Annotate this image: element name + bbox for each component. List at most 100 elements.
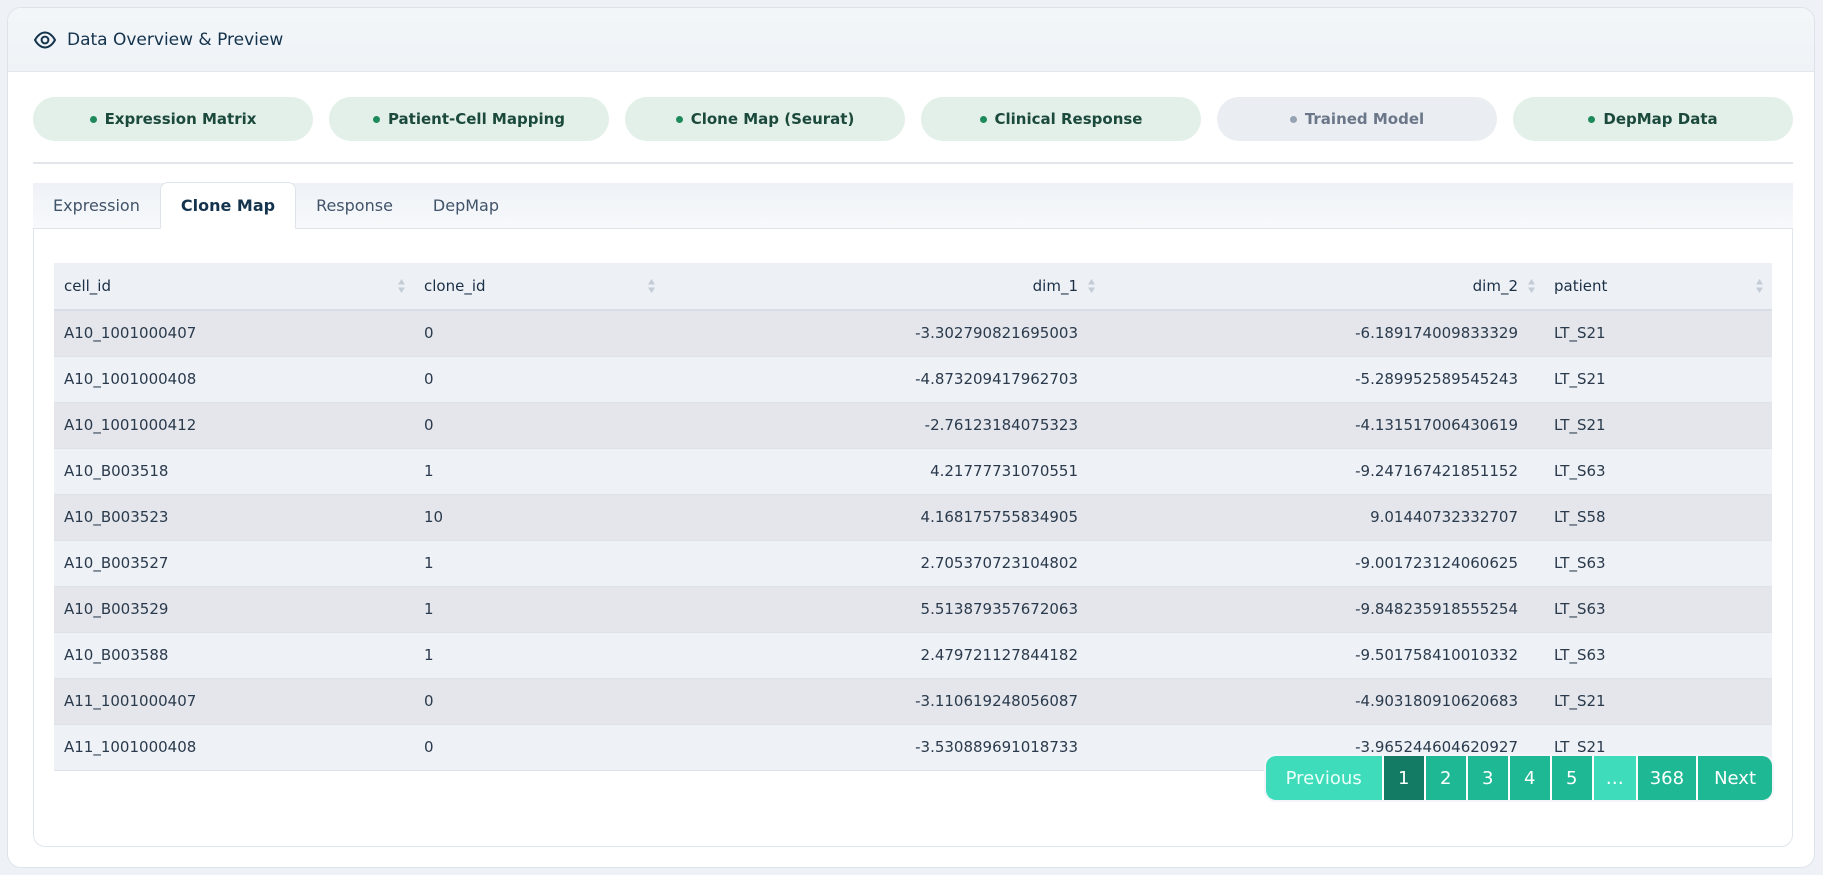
page-ellipsis: …	[1593, 756, 1638, 800]
dim-2-cell: -9.247167421851152	[1104, 448, 1544, 495]
status-pill-trained-model: Trained Model	[1217, 97, 1497, 141]
cell-id-cell: A10_1001000407	[54, 310, 414, 357]
cell-id-cell: A10_B003527	[54, 540, 414, 587]
clone-id-cell: 1	[414, 632, 664, 679]
clone-id-cell: 1	[414, 540, 664, 587]
dim-2-cell: -4.131517006430619	[1104, 402, 1544, 449]
page-button-3[interactable]: 3	[1467, 756, 1510, 800]
next-page-button[interactable]: Next	[1698, 756, 1772, 800]
patient-cell: LT_S21	[1544, 678, 1772, 725]
tab-depmap[interactable]: DepMap	[413, 182, 519, 228]
table-header-row: cell_id clone_id dim_1 dim_2 patient	[54, 263, 1772, 311]
column-header-cell-id[interactable]: cell_id	[54, 263, 414, 311]
eye-icon	[33, 30, 57, 49]
tab-clone-map[interactable]: Clone Map	[159, 182, 297, 229]
section-divider	[33, 162, 1793, 164]
sort-icon	[648, 279, 655, 293]
status-dot-icon	[979, 115, 987, 123]
dim-1-cell: 2.705370723104802	[664, 540, 1104, 587]
column-header-patient[interactable]: patient	[1544, 263, 1772, 311]
dim-1-cell: 5.513879357672063	[664, 586, 1104, 633]
clone-map-table: cell_id clone_id dim_1 dim_2 patient A10…	[54, 263, 1772, 771]
table-row: A10_1001000412 0 -2.76123184075323 -4.13…	[54, 402, 1772, 449]
status-pill-label: Patient-Cell Mapping	[387, 110, 566, 128]
table-row: A10_B003588 1 2.479721127844182 -9.50175…	[54, 632, 1772, 679]
status-dot-icon	[89, 115, 97, 123]
status-pill-label: DepMap Data	[1603, 110, 1718, 128]
data-overview-card: Data Overview & Preview Expression Matri…	[7, 7, 1815, 868]
patient-cell: LT_S63	[1544, 448, 1772, 495]
patient-cell: LT_S63	[1544, 540, 1772, 587]
status-pill-clinical-response: Clinical Response	[921, 97, 1201, 141]
patient-cell: LT_S63	[1544, 632, 1772, 679]
patient-cell: LT_S21	[1544, 310, 1772, 357]
pagination: Previous 1 2 3 4 5 … 368 Next	[1265, 756, 1772, 800]
dim-1-cell: -3.302790821695003	[664, 310, 1104, 357]
patient-cell: LT_S58	[1544, 494, 1772, 541]
column-header-dim-1[interactable]: dim_1	[664, 263, 1104, 311]
page-button-5[interactable]: 5	[1551, 756, 1594, 800]
status-pill-clone-map: Clone Map (Seurat)	[625, 97, 905, 141]
clone-map-panel: cell_id clone_id dim_1 dim_2 patient A10…	[33, 229, 1793, 847]
dim-1-cell: 4.168175755834905	[664, 494, 1104, 541]
cell-id-cell: A10_B003529	[54, 586, 414, 633]
dim-2-cell: -5.289952589545243	[1104, 356, 1544, 403]
dim-1-cell: -3.530889691018733	[664, 724, 1104, 771]
dim-1-cell: 4.21777731070551	[664, 448, 1104, 495]
clone-id-cell: 0	[414, 356, 664, 403]
table-row: A10_B003529 1 5.513879357672063 -9.84823…	[54, 586, 1772, 633]
clone-id-cell: 1	[414, 586, 664, 633]
cell-id-cell: A10_1001000408	[54, 356, 414, 403]
patient-cell: LT_S21	[1544, 356, 1772, 403]
status-pill-patient-cell-mapping: Patient-Cell Mapping	[329, 97, 609, 141]
cell-id-cell: A10_B003518	[54, 448, 414, 495]
tab-response[interactable]: Response	[296, 182, 413, 228]
page-button-1[interactable]: 1	[1383, 756, 1426, 800]
sort-icon	[1088, 279, 1095, 293]
previous-page-button[interactable]: Previous	[1265, 756, 1384, 800]
status-dot-icon	[675, 115, 683, 123]
sort-icon	[1528, 279, 1535, 293]
table-row: A10_B003518 1 4.21777731070551 -9.247167…	[54, 448, 1772, 495]
status-dot-icon	[372, 115, 380, 123]
table-row: A10_1001000408 0 -4.873209417962703 -5.2…	[54, 356, 1772, 403]
table-row: A11_1001000407 0 -3.110619248056087 -4.9…	[54, 678, 1772, 725]
table-row: A10_1001000407 0 -3.302790821695003 -6.1…	[54, 310, 1772, 357]
cell-id-cell: A11_1001000408	[54, 724, 414, 771]
page-button-2[interactable]: 2	[1425, 756, 1468, 800]
table-row: A10_B003523 10 4.168175755834905 9.01440…	[54, 494, 1772, 541]
cell-id-cell: A11_1001000407	[54, 678, 414, 725]
dim-1-cell: -4.873209417962703	[664, 356, 1104, 403]
clone-id-cell: 0	[414, 724, 664, 771]
clone-id-cell: 0	[414, 402, 664, 449]
dim-1-cell: -3.110619248056087	[664, 678, 1104, 725]
dim-2-cell: -9.848235918555254	[1104, 586, 1544, 633]
card-header: Data Overview & Preview	[8, 8, 1814, 72]
sort-icon	[1756, 279, 1763, 293]
status-dot-icon	[1289, 115, 1297, 123]
status-pill-label: Clone Map (Seurat)	[690, 110, 855, 128]
status-pill-label: Expression Matrix	[104, 110, 257, 128]
page-button-4[interactable]: 4	[1509, 756, 1552, 800]
patient-cell: LT_S63	[1544, 586, 1772, 633]
dim-1-cell: 2.479721127844182	[664, 632, 1104, 679]
sort-icon	[398, 279, 405, 293]
dim-2-cell: -9.001723124060625	[1104, 540, 1544, 587]
dim-2-cell: -4.903180910620683	[1104, 678, 1544, 725]
dim-1-cell: -2.76123184075323	[664, 402, 1104, 449]
dim-2-cell: -6.189174009833329	[1104, 310, 1544, 357]
column-header-clone-id[interactable]: clone_id	[414, 263, 664, 311]
data-status-row: Expression Matrix Patient-Cell Mapping C…	[33, 97, 1793, 141]
patient-cell: LT_S21	[1544, 402, 1772, 449]
tab-expression[interactable]: Expression	[33, 182, 160, 228]
dim-2-cell: -9.501758410010332	[1104, 632, 1544, 679]
page-button-368[interactable]: 368	[1637, 756, 1699, 800]
preview-tabs: Expression Clone Map Response DepMap	[33, 182, 1793, 229]
cell-id-cell: A10_B003523	[54, 494, 414, 541]
table-row: A10_B003527 1 2.705370723104802 -9.00172…	[54, 540, 1772, 587]
column-header-dim-2[interactable]: dim_2	[1104, 263, 1544, 311]
page-title: Data Overview & Preview	[67, 29, 284, 50]
status-pill-expression-matrix: Expression Matrix	[33, 97, 313, 141]
cell-id-cell: A10_1001000412	[54, 402, 414, 449]
cell-id-cell: A10_B003588	[54, 632, 414, 679]
